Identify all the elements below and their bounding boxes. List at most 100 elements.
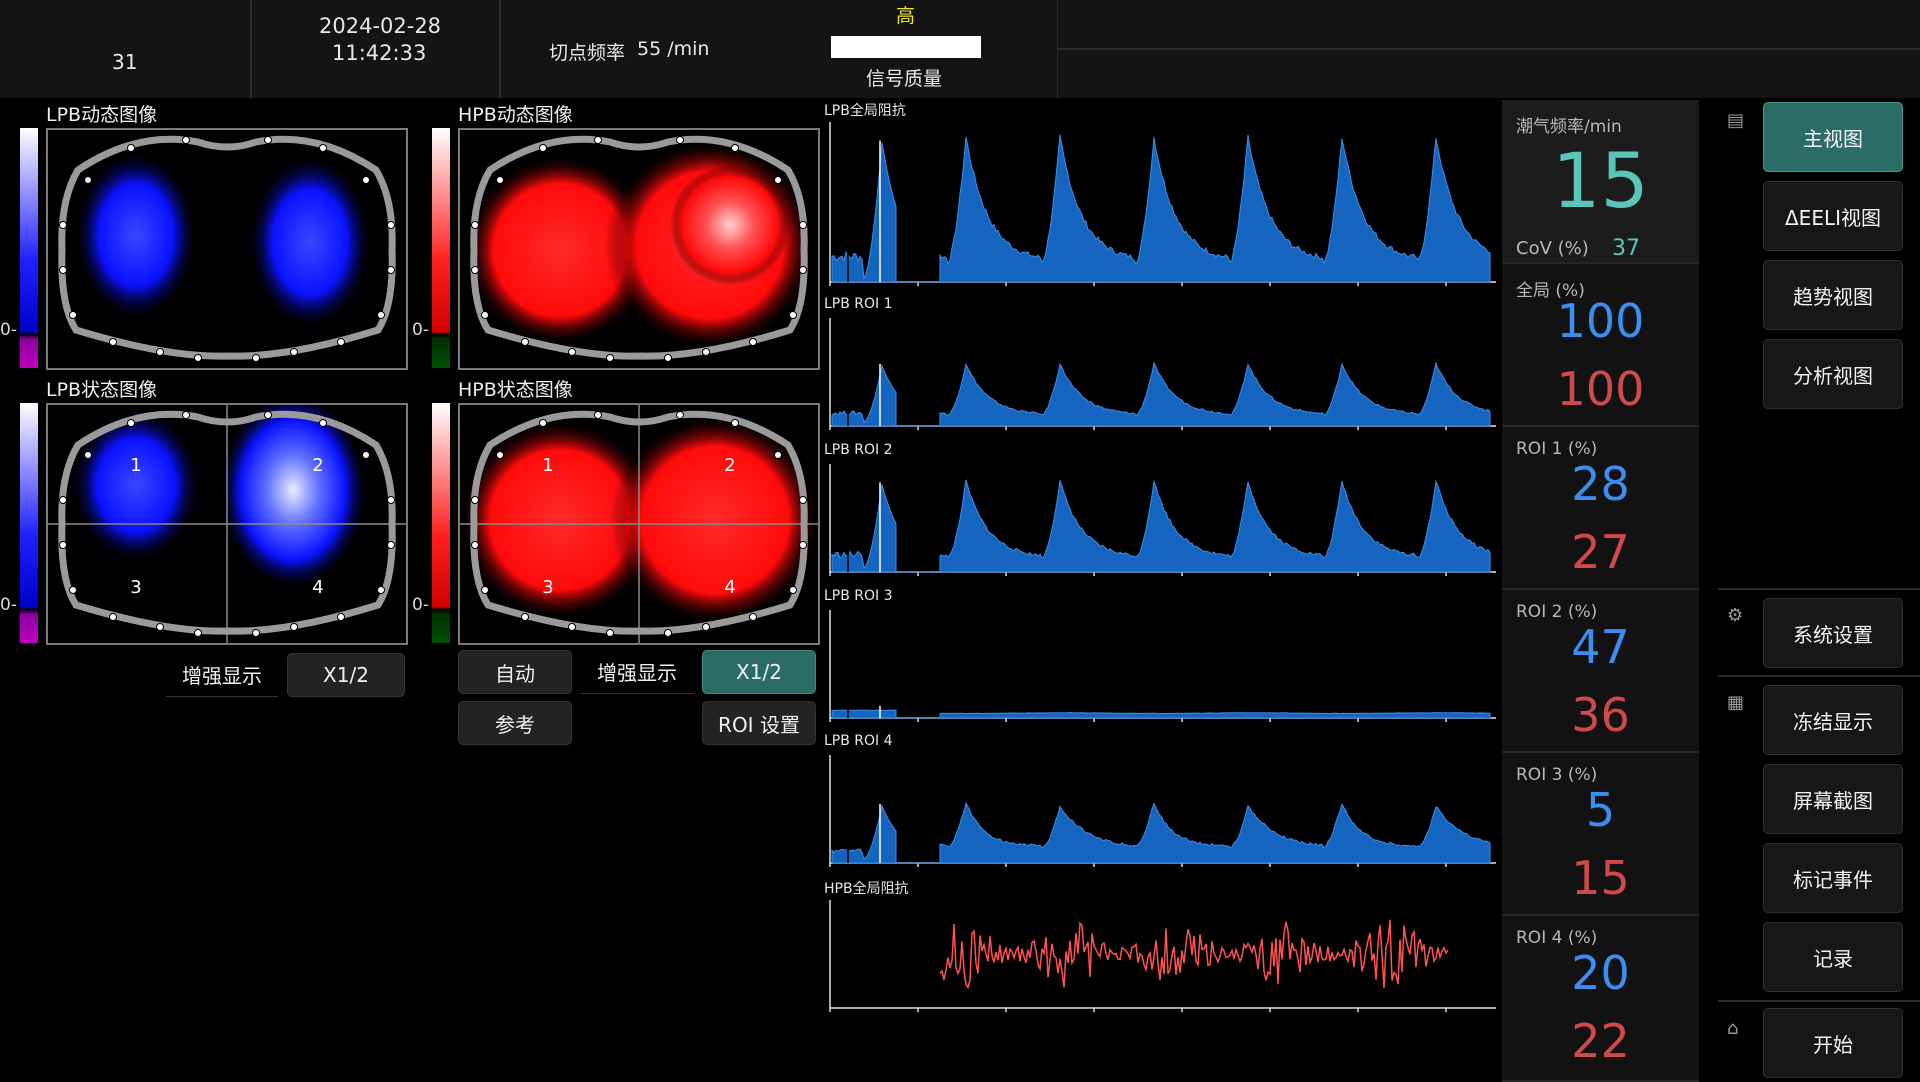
signal-quality-level: 高 [896, 5, 916, 27]
signal-quality-label: 信号质量 [866, 68, 943, 90]
quadrant-label-2: 2 [312, 455, 323, 476]
lpb-status-title: LPB状态图像 [46, 379, 158, 401]
metric-red-value: 36 [1571, 688, 1630, 742]
header-time: 11:42:33 [332, 41, 427, 65]
cutoff-rate-label: 切点频率 [549, 42, 626, 64]
nav-separator [1718, 675, 1920, 677]
hpb-status-title: HPB状态图像 [458, 379, 573, 401]
metric-cell: ROI 1 (%) 28 27 [1502, 427, 1699, 590]
waveform-plot [829, 122, 1496, 286]
tidal-rate-cell: 潮气频率/min 15 CoV (%) 37 [1502, 100, 1699, 264]
tidal-rate-label: 潮气频率/min [1516, 117, 1622, 137]
quadrant-label-2: 2 [724, 455, 735, 476]
metric-blue-value: 28 [1571, 457, 1630, 511]
cov-value: 37 [1612, 236, 1640, 261]
waveform-signal [831, 801, 1491, 864]
hpb-hot-spot [670, 165, 790, 285]
header-cell-left: 31 [0, 0, 252, 98]
lpb-dynamic-title: LPB动态图像 [46, 104, 158, 126]
nav-separator [1718, 588, 1920, 590]
lpb-status-zero-label: 0- [0, 595, 17, 615]
quadrant-label-4: 4 [312, 577, 323, 598]
eeli-view-button[interactable]: ΔEELI视图 [1763, 181, 1903, 251]
header-cell-right-top [1058, 0, 1920, 50]
top-status-bar: 31 2024-02-28 11:42:33 切点频率 55 /min 高 信号… [0, 0, 1920, 100]
hpb-enhance-button[interactable]: 增强显示 [580, 650, 694, 694]
lpb-status-colorbar [20, 403, 38, 643]
hpb-status-svg: 1 2 3 4 [460, 405, 818, 643]
view-icon: ▤ [1727, 110, 1745, 131]
waveform-axis [829, 610, 1496, 722]
metric-cell: ROI 2 (%) 47 36 [1502, 590, 1699, 753]
waveform-axis [829, 900, 1496, 1012]
lpb-scale-button[interactable]: X1/2 [287, 653, 405, 697]
header-left-value: 31 [112, 50, 138, 74]
freeze-button[interactable]: 冻结显示 [1763, 685, 1903, 755]
tidal-rate-value: 15 [1552, 136, 1649, 225]
waveform-plot [829, 610, 1496, 722]
lpb-left-lung-blob [74, 150, 198, 320]
hpb-scale-button[interactable]: X1/2 [702, 650, 816, 694]
nav-separator [1718, 1000, 1920, 1002]
screenshot-button[interactable]: 屏幕截图 [1763, 764, 1903, 834]
lpb-enhance-button[interactable]: 增强显示 [166, 653, 278, 697]
metric-blue-value: 20 [1571, 946, 1630, 1000]
header-cell-datetime: 2024-02-28 11:42:33 [252, 0, 501, 98]
hpb-dynamic-image [458, 128, 820, 370]
mark-event-button[interactable]: 标记事件 [1763, 843, 1903, 913]
waveform-label: LPB ROI 2 [824, 442, 893, 458]
home-icon: ⌂ [1727, 1018, 1739, 1039]
waveform-plot [829, 755, 1496, 867]
hpb-dynamic-zero-label: 0- [412, 320, 429, 340]
waveform-label: LPB ROI 4 [824, 733, 893, 749]
hpb-status-image: 1 2 3 4 [458, 403, 820, 645]
analysis-view-button[interactable]: 分析视图 [1763, 339, 1903, 409]
waveform-plot [829, 900, 1496, 1012]
metric-red-value: 100 [1556, 362, 1645, 416]
hpb-dynamic-title: HPB动态图像 [458, 104, 573, 126]
system-settings-button[interactable]: 系统设置 [1763, 598, 1903, 668]
grid-icon: ▦ [1727, 692, 1745, 713]
trend-view-button[interactable]: 趋势视图 [1763, 260, 1903, 330]
waveform-label: LPB ROI 3 [824, 588, 893, 604]
metric-blue-value: 47 [1571, 620, 1630, 674]
quadrant-label-3: 3 [542, 577, 553, 598]
metric-blue-value: 100 [1556, 294, 1645, 348]
waveform-label: LPB全局阻抗 [824, 103, 906, 119]
cutoff-rate-value: 55 /min [637, 38, 710, 60]
reference-button[interactable]: 参考 [458, 701, 572, 745]
quadrant-label-4: 4 [724, 577, 735, 598]
waveform-plot [829, 464, 1496, 576]
quadrant-label-3: 3 [130, 577, 141, 598]
metric-cell: 全局 (%) 100 100 [1502, 264, 1699, 427]
metric-cell: ROI 4 (%) 20 22 [1502, 916, 1699, 1082]
lpb-status-svg: 1 2 3 4 [48, 405, 406, 643]
waveform-signal [831, 134, 1491, 283]
hpb-status-colorbar [432, 403, 450, 643]
roi-settings-button[interactable]: ROI 设置 [702, 701, 816, 745]
header-cell-right-bottom [1058, 50, 1920, 98]
waveform-signal [831, 479, 1491, 573]
main-view-button[interactable]: 主视图 [1763, 102, 1903, 172]
lpb-status-image: 1 2 3 4 [46, 403, 408, 645]
waveform-signal [831, 709, 1491, 719]
waveform-label: LPB ROI 1 [824, 296, 893, 312]
auto-button[interactable]: 自动 [458, 650, 572, 694]
header-cell-rate-quality: 切点频率 55 /min 高 信号质量 [501, 0, 1059, 98]
metric-label: ROI 2 (%) [1516, 602, 1598, 622]
signal-quality-bar [831, 36, 981, 58]
signal-quality-bar-fill [831, 36, 981, 58]
lpb-status-right-blob [218, 405, 368, 600]
record-button[interactable]: 记录 [1763, 922, 1903, 992]
lpb-dynamic-image [46, 128, 408, 370]
quadrant-label-1: 1 [542, 455, 553, 476]
lpb-right-lung-blob [248, 154, 372, 330]
lpb-dynamic-zero-label: 0- [0, 320, 17, 340]
cov-label: CoV (%) [1516, 238, 1589, 259]
waveform-signal [939, 919, 1449, 990]
start-button[interactable]: 开始 [1763, 1008, 1903, 1078]
hpb-dynamic-svg [465, 135, 815, 362]
waveform-plot [829, 318, 1496, 430]
quadrant-label-1: 1 [130, 455, 141, 476]
metric-blue-value: 5 [1585, 783, 1616, 837]
